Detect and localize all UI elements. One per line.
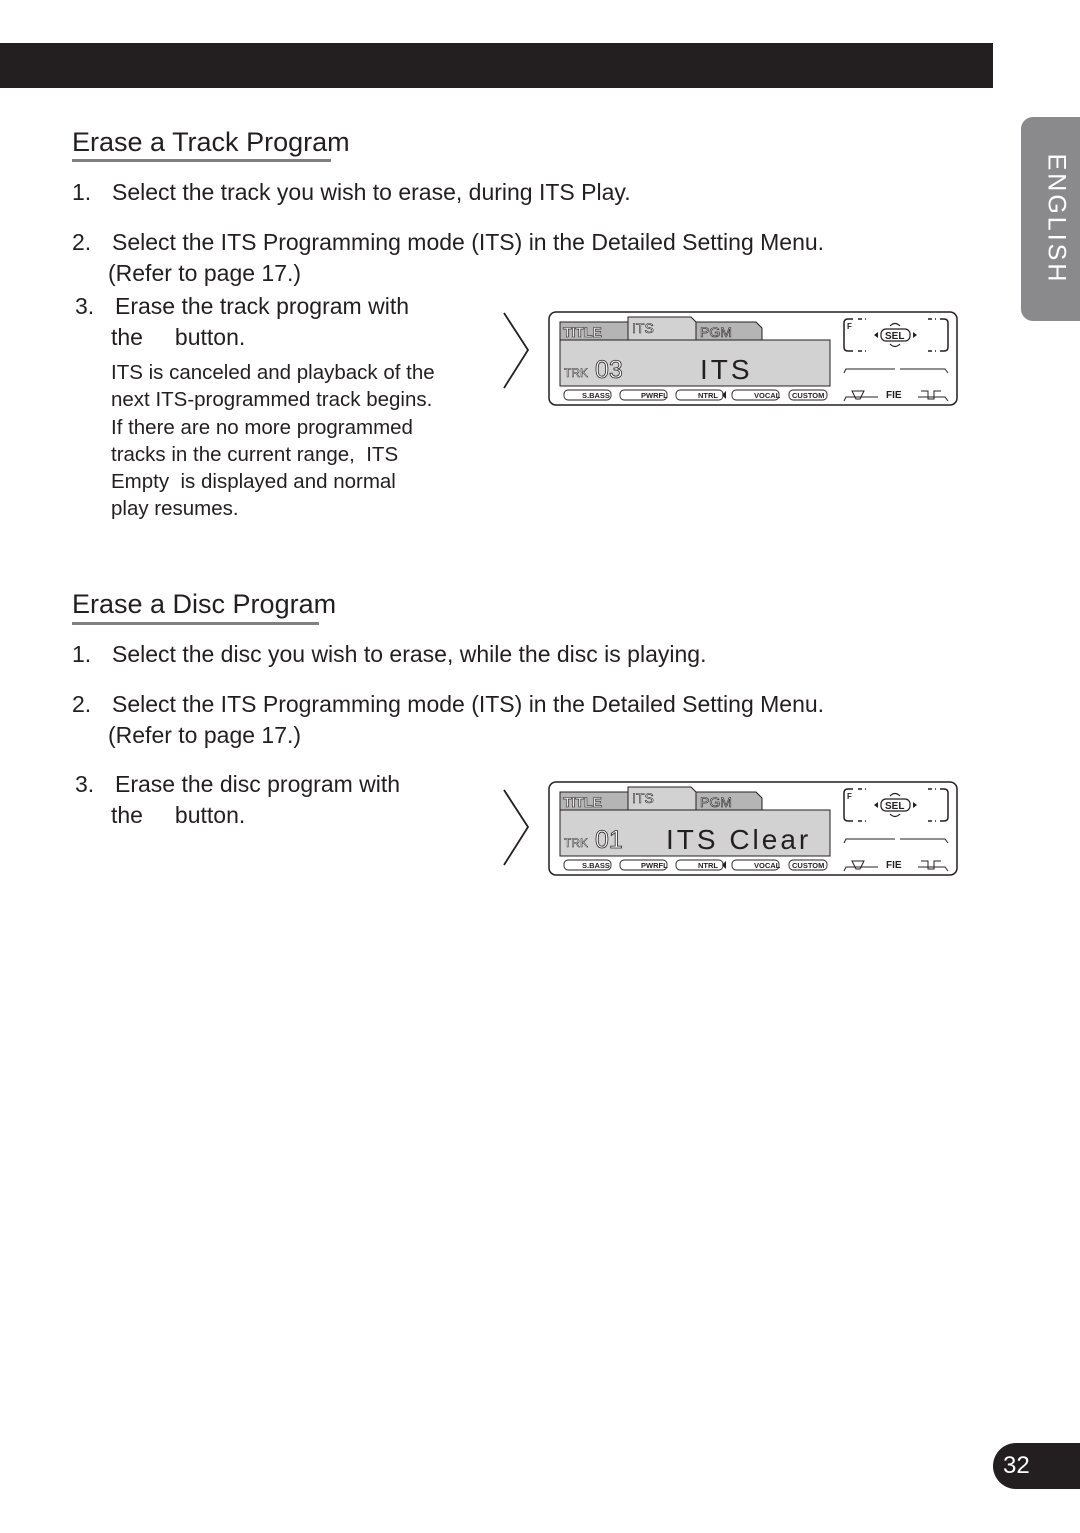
note-line: tracks in the current range, ITS [111,442,399,466]
eq-pwrfl: PWRFL [641,391,668,400]
step-text: Erase the disc program with [115,771,401,797]
eq-ntrl: NTRL [698,391,718,400]
eq-sbass: S.BASS [582,861,610,870]
tab-pgm-label: PGM [700,794,732,810]
lcd-display-track: TITLE ITS PGM TRK 03 ITS S.BASS PWRFL NT… [548,311,958,406]
tab-title-label: TITLE [563,324,602,340]
display-message: ITS [700,354,753,385]
f-label: F [847,792,852,801]
step-number: 3. [75,771,95,797]
step-text: Select the track you wish to erase, duri… [112,179,631,205]
note-line: play resumes. [111,497,239,521]
step-text-cont: (Refer to page 17.) [108,260,302,286]
step-text-cont: the button. [111,324,246,350]
eq-pwrfl: PWRFL [641,861,668,870]
eq-custom: CUSTOM [792,861,824,870]
header-bar [0,43,993,88]
step-text: Select the ITS Programming mode (ITS) in… [112,229,825,255]
step-text: Erase the track program with [115,293,410,319]
step-number: 2. [72,229,92,255]
section-title-erase-track: Erase a Track Program [72,127,350,157]
step-number: 2. [72,691,92,717]
trk-number: 01 [595,826,623,854]
eq-sbass: S.BASS [582,391,610,400]
step-text: Select the disc you wish to erase, while… [112,641,707,667]
f-label: F [847,322,852,331]
lcd-display-disc: TITLE ITS PGM TRK 01 ITS Clear S.BASS PW… [548,781,958,876]
fie-label: FIE [886,860,902,871]
page-number: 32 [993,1443,1080,1489]
eq-vocal: VOCAL [754,391,781,400]
language-tab: ENGLISH [1021,117,1080,321]
eq-vocal: VOCAL [754,861,781,870]
trk-number: 03 [595,356,623,384]
note-line: ITS is canceled and playback of the [111,361,435,384]
note-line: If there are no more programmed [111,415,413,439]
eq-custom: CUSTOM [792,391,824,400]
section-underline [72,622,319,625]
note-line: next ITS-programmed track begins. [111,388,433,412]
arrow-right-icon [503,312,530,389]
step-text-cont: the button. [111,802,246,828]
tab-pgm-label: PGM [700,324,732,340]
tab-its-label: ITS [632,790,654,806]
page-number-label: 32 [1003,1452,1030,1479]
tab-title-label: TITLE [563,794,602,810]
step-number: 1. [72,641,92,667]
section-title-erase-disc: Erase a Disc Program [72,589,337,619]
step-text-cont: (Refer to page 17.) [108,722,302,748]
step-3-note: ITS is canceled and playback of the next… [111,359,491,523]
fie-label: FIE [886,390,902,401]
eq-ntrl: NTRL [698,861,718,870]
display-message: ITS Clear [666,824,811,855]
step-number: 3. [75,293,95,319]
tab-its-label: ITS [632,320,654,336]
trk-label: TRK [564,366,588,380]
sel-label: SEL [885,801,904,812]
sel-label: SEL [885,331,904,342]
language-tab-label: ENGLISH [1042,153,1071,285]
arrow-right-icon [503,789,530,866]
section-underline [72,159,331,162]
step-text: Select the ITS Programming mode (ITS) in… [112,691,825,717]
note-line: Empty is displayed and normal [111,470,396,494]
step-number: 1. [72,179,92,205]
trk-label: TRK [564,836,588,850]
